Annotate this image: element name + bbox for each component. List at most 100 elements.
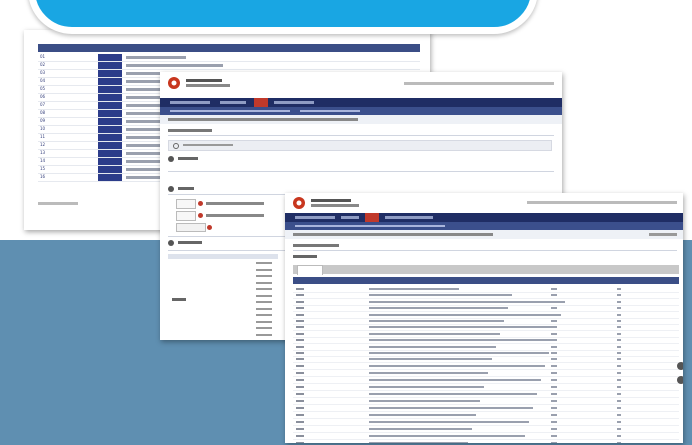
row-description [126,56,186,59]
row-value [551,326,557,329]
section-icon [168,156,174,162]
time-cell [256,275,272,277]
select-box[interactable] [176,199,196,209]
table-row[interactable] [293,440,679,443]
table-row[interactable] [293,412,679,419]
row-id: 15 [40,166,46,171]
breadcrumb [285,230,683,239]
section-label [178,187,194,190]
table-row[interactable] [293,419,679,426]
scroll-indicator-icon[interactable] [677,376,683,384]
row-id [296,313,304,316]
row-id: 10 [40,126,46,131]
table-row[interactable]: 01 [38,54,420,62]
row-id: 08 [40,110,46,115]
sub-nav[interactable] [160,107,562,115]
table-row[interactable] [293,433,679,440]
main-nav[interactable] [285,213,683,222]
row-marker [98,70,122,77]
table-header [293,277,679,284]
nav-item-active[interactable] [254,98,268,107]
row-id [296,385,304,388]
time-cell [256,281,272,284]
time-cell [256,327,272,329]
row-description [369,392,537,395]
row-value [551,332,557,335]
row-value [551,427,557,430]
app-logo-icon [293,197,305,209]
row-id: 12 [40,142,46,147]
row-value [551,392,557,395]
row-value [551,339,557,342]
sub-nav[interactable] [285,222,683,230]
tab-strip[interactable] [293,265,679,274]
section-icon [168,240,174,246]
table-row[interactable] [293,398,679,405]
row-id [296,339,304,342]
row-description [369,300,565,303]
row-value [617,378,621,381]
row-marker [98,142,122,149]
row-description [369,332,500,335]
row-value [617,294,621,297]
row-id [296,300,304,303]
table-row[interactable] [293,426,679,433]
row-value [617,371,621,374]
row-marker [98,102,122,109]
row-id: 16 [40,174,46,179]
scroll-indicator-icon[interactable] [677,362,683,370]
row-value [617,399,621,402]
row-id [296,420,304,423]
row-id: 03 [40,70,46,75]
row-id [296,441,304,443]
table-row[interactable]: 02 [38,62,420,70]
row-id [296,288,304,290]
section-title [293,244,339,247]
row-id [296,332,304,335]
table-row[interactable] [293,370,679,377]
add-icon[interactable] [207,225,212,230]
row-marker [98,126,122,133]
add-button[interactable] [176,223,206,232]
nav-item-active[interactable] [365,213,379,222]
row-id: 06 [40,94,46,99]
row-description [369,345,496,348]
row-description [369,378,541,381]
table-row[interactable] [293,363,679,370]
row-value [617,300,621,303]
row-description [369,352,549,354]
search-bar[interactable] [168,140,552,151]
tab-active[interactable] [297,265,323,275]
table-row[interactable] [293,391,679,398]
row-description [369,413,476,416]
table-header [38,44,420,52]
table-row[interactable] [293,405,679,412]
row-value [617,427,621,430]
remove-icon[interactable] [198,201,203,206]
row-id: 13 [40,150,46,155]
row-id [296,364,304,367]
search-icon [173,143,179,149]
table-row[interactable] [293,377,679,384]
table-row[interactable] [293,384,679,391]
remove-icon[interactable] [198,213,203,218]
row-value [617,345,621,348]
row-value [617,332,621,335]
row-marker [98,150,122,157]
row-id [296,392,304,395]
row-value [617,313,621,316]
row-description [369,294,512,297]
row-value [617,288,621,290]
time-cell [256,288,272,290]
row-id [296,307,304,310]
main-nav[interactable] [160,98,562,107]
app-header [160,72,562,99]
row-description [369,339,553,342]
row-marker [98,118,122,125]
row-value [617,434,621,437]
row-value [551,320,557,322]
row-value [617,413,621,416]
row-value [617,358,621,361]
time-cell [256,268,272,271]
select-box[interactable] [176,211,196,221]
